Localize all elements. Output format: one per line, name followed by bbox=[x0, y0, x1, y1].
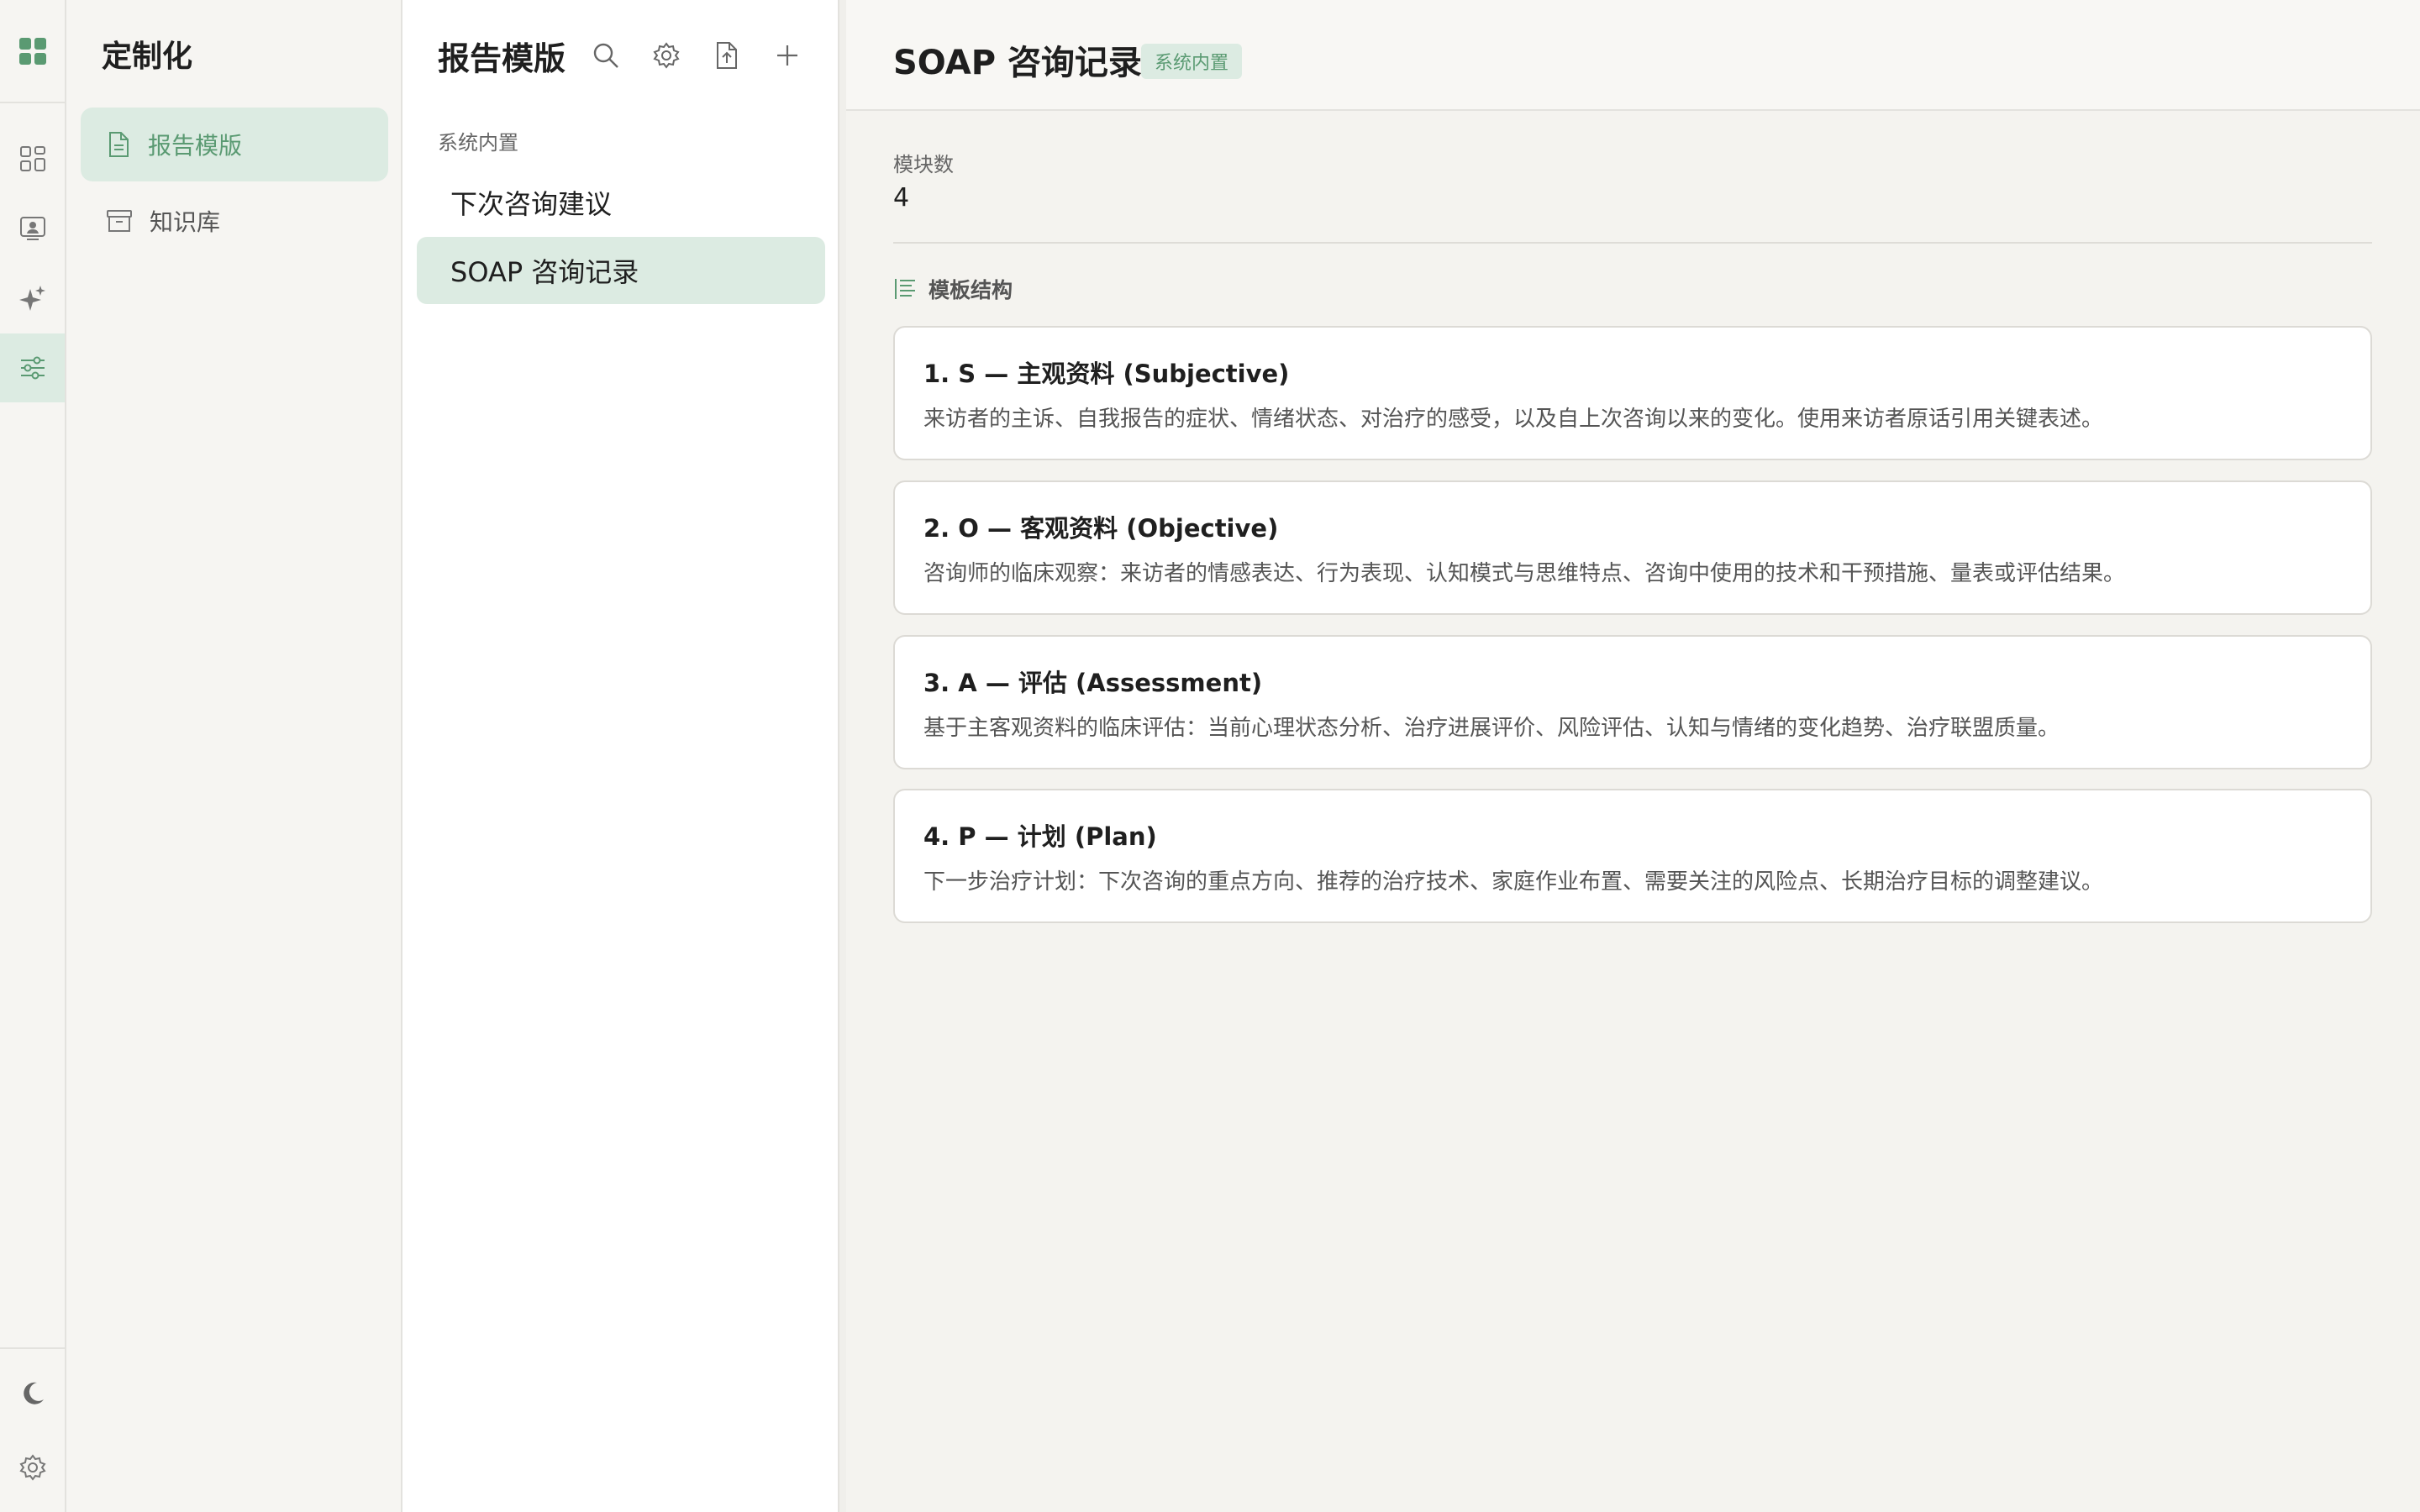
rail-item-clients[interactable] bbox=[0, 193, 65, 262]
module-description: 来访者的主诉、自我报告的症状、情绪状态、对治疗的感受，以及自上次咨询以来的变化。… bbox=[923, 407, 2104, 432]
customize-sidebar: 定制化 报告模版 知识库 bbox=[66, 0, 402, 1512]
template-list-header: 报告模版 bbox=[438, 32, 808, 79]
module-title: 3. A — 评估 (Assessment) bbox=[923, 669, 1263, 697]
app-logo[interactable] bbox=[0, 0, 65, 103]
module-description: 基于主客观资料的临床评估：当前心理状态分析、治疗进展评价、风险评估、认知与情绪的… bbox=[923, 716, 2060, 741]
archive-icon bbox=[107, 210, 132, 232]
module-card-assessment[interactable]: 3. A — 评估 (Assessment) 基于主客观资料的临床评估：当前心理… bbox=[893, 635, 2372, 769]
sidebar-item-report-templates[interactable]: 报告模版 bbox=[81, 108, 388, 181]
template-list-title: 报告模版 bbox=[438, 39, 566, 77]
sidebar-item-label: 报告模版 bbox=[148, 132, 243, 160]
module-card-plan[interactable]: 4. P — 计划 (Plan) 下一步治疗计划：下次咨询的重点方向、推荐的治疗… bbox=[893, 789, 2372, 923]
detail-header: SOAP 咨询记录 系统内置 bbox=[846, 0, 2420, 111]
structure-section-header: 模板结构 bbox=[893, 274, 1013, 304]
page-title: SOAP 咨询记录 bbox=[893, 44, 1142, 82]
search-button[interactable] bbox=[586, 35, 626, 76]
upload-file-icon bbox=[717, 42, 738, 69]
sidebar-item-knowledge-base[interactable]: 知识库 bbox=[81, 184, 388, 258]
rail-item-ai[interactable] bbox=[0, 264, 65, 333]
module-title: 1. S — 主观资料 (Subjective) bbox=[923, 360, 1290, 388]
module-count-label: 模块数 bbox=[893, 153, 954, 176]
grid-icon bbox=[19, 146, 45, 171]
add-template-button[interactable] bbox=[767, 35, 808, 76]
icon-rail bbox=[0, 0, 66, 1512]
template-item-soap[interactable]: SOAP 咨询记录 bbox=[417, 237, 825, 304]
sparkle-icon bbox=[18, 286, 45, 311]
rail-item-dashboard[interactable] bbox=[0, 124, 65, 193]
rail-item-customize[interactable] bbox=[0, 333, 65, 402]
profile-icon bbox=[19, 217, 45, 240]
import-button[interactable] bbox=[707, 35, 747, 76]
module-count-value: 4 bbox=[893, 183, 910, 213]
module-title: 2. O — 客观资料 (Objective) bbox=[923, 514, 1279, 543]
moon-icon bbox=[23, 1382, 44, 1404]
template-item-next-session[interactable]: 下次咨询建议 bbox=[417, 169, 825, 236]
plus-icon bbox=[777, 45, 798, 66]
divider bbox=[893, 242, 2372, 244]
module-card-objective[interactable]: 2. O — 客观资料 (Objective) 咨询师的临床观察：来访者的情感表… bbox=[893, 480, 2372, 615]
sidebar-item-label: 知识库 bbox=[150, 208, 221, 236]
search-icon bbox=[593, 43, 618, 68]
template-detail: SOAP 咨询记录 系统内置 模块数 4 模板结构 1. S — 主观资料 (S… bbox=[839, 0, 2420, 1512]
template-settings-button[interactable] bbox=[646, 35, 687, 76]
list-icon bbox=[895, 279, 915, 299]
module-description: 咨询师的临床观察：来访者的情感表达、行为表现、认知模式与思维特点、咨询中使用的技… bbox=[923, 561, 2126, 586]
group-label: 系统内置 bbox=[438, 131, 518, 155]
module-card-subjective[interactable]: 1. S — 主观资料 (Subjective) 来访者的主诉、自我报告的症状、… bbox=[893, 326, 2372, 460]
sliders-icon bbox=[20, 356, 45, 380]
template-list-panel: 报告模版 系统内置 下次咨询建议 SOAP 咨询记录 bbox=[402, 0, 839, 1512]
app-grid-icon bbox=[18, 37, 46, 65]
gear-icon bbox=[653, 42, 680, 69]
theme-toggle[interactable] bbox=[0, 1359, 65, 1428]
rail-divider bbox=[0, 1347, 65, 1349]
module-description: 下一步治疗计划：下次咨询的重点方向、推荐的治疗技术、家庭作业布置、需要关注的风险… bbox=[923, 869, 2104, 895]
status-badge: 系统内置 bbox=[1141, 44, 1243, 79]
settings-button[interactable] bbox=[0, 1433, 65, 1502]
document-icon bbox=[109, 132, 129, 157]
gear-icon bbox=[18, 1454, 46, 1481]
sidebar-title: 定制化 bbox=[102, 39, 193, 74]
structure-section-label: 模板结构 bbox=[929, 278, 1013, 302]
module-title: 4. P — 计划 (Plan) bbox=[923, 822, 1157, 851]
